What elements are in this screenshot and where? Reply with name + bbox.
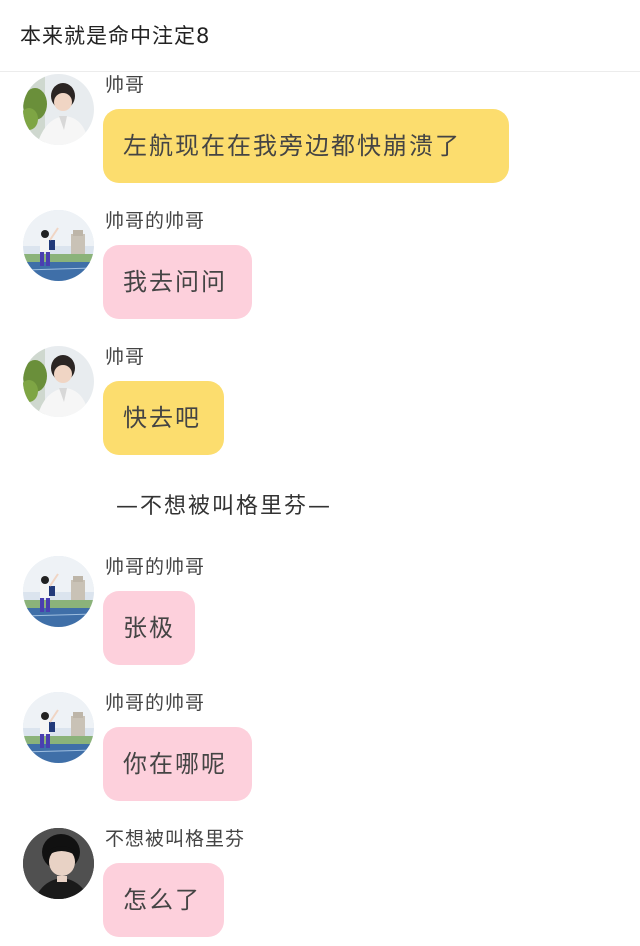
avatar[interactable] xyxy=(23,210,94,281)
sender-name: 帅哥 xyxy=(105,346,146,368)
message-bubble[interactable]: 快去吧 xyxy=(103,381,224,455)
avatar[interactable] xyxy=(23,74,94,145)
dark-portrait-avatar-icon xyxy=(23,828,94,899)
boy-with-plant-avatar-icon xyxy=(23,346,94,417)
sender-name: 帅哥的帅哥 xyxy=(105,556,206,578)
sender-name: 帅哥 xyxy=(105,74,146,96)
avatar[interactable] xyxy=(23,692,94,763)
message-bubble[interactable]: 我去问问 xyxy=(103,245,252,319)
avatar[interactable] xyxy=(23,828,94,899)
sender-name: 帅哥的帅哥 xyxy=(105,692,206,714)
avatar[interactable] xyxy=(23,346,94,417)
message-bubble[interactable]: 你在哪呢 xyxy=(103,727,252,801)
section-divider: —不想被叫格里芬— xyxy=(115,494,332,519)
chat-header: 本来就是命中注定8 xyxy=(0,0,640,72)
sender-name: 帅哥的帅哥 xyxy=(105,210,206,232)
track-field-avatar-icon xyxy=(23,210,94,281)
message-bubble[interactable]: 怎么了 xyxy=(103,863,224,937)
page-title: 本来就是命中注定8 xyxy=(20,24,211,48)
track-field-avatar-icon xyxy=(23,692,94,763)
boy-with-plant-avatar-icon xyxy=(23,74,94,145)
avatar[interactable] xyxy=(23,556,94,627)
sender-name: 不想被叫格里芬 xyxy=(105,828,246,850)
message-bubble[interactable]: 左航现在在我旁边都快崩溃了 xyxy=(103,109,509,183)
message-bubble[interactable]: 张极 xyxy=(103,591,195,665)
track-field-avatar-icon xyxy=(23,556,94,627)
